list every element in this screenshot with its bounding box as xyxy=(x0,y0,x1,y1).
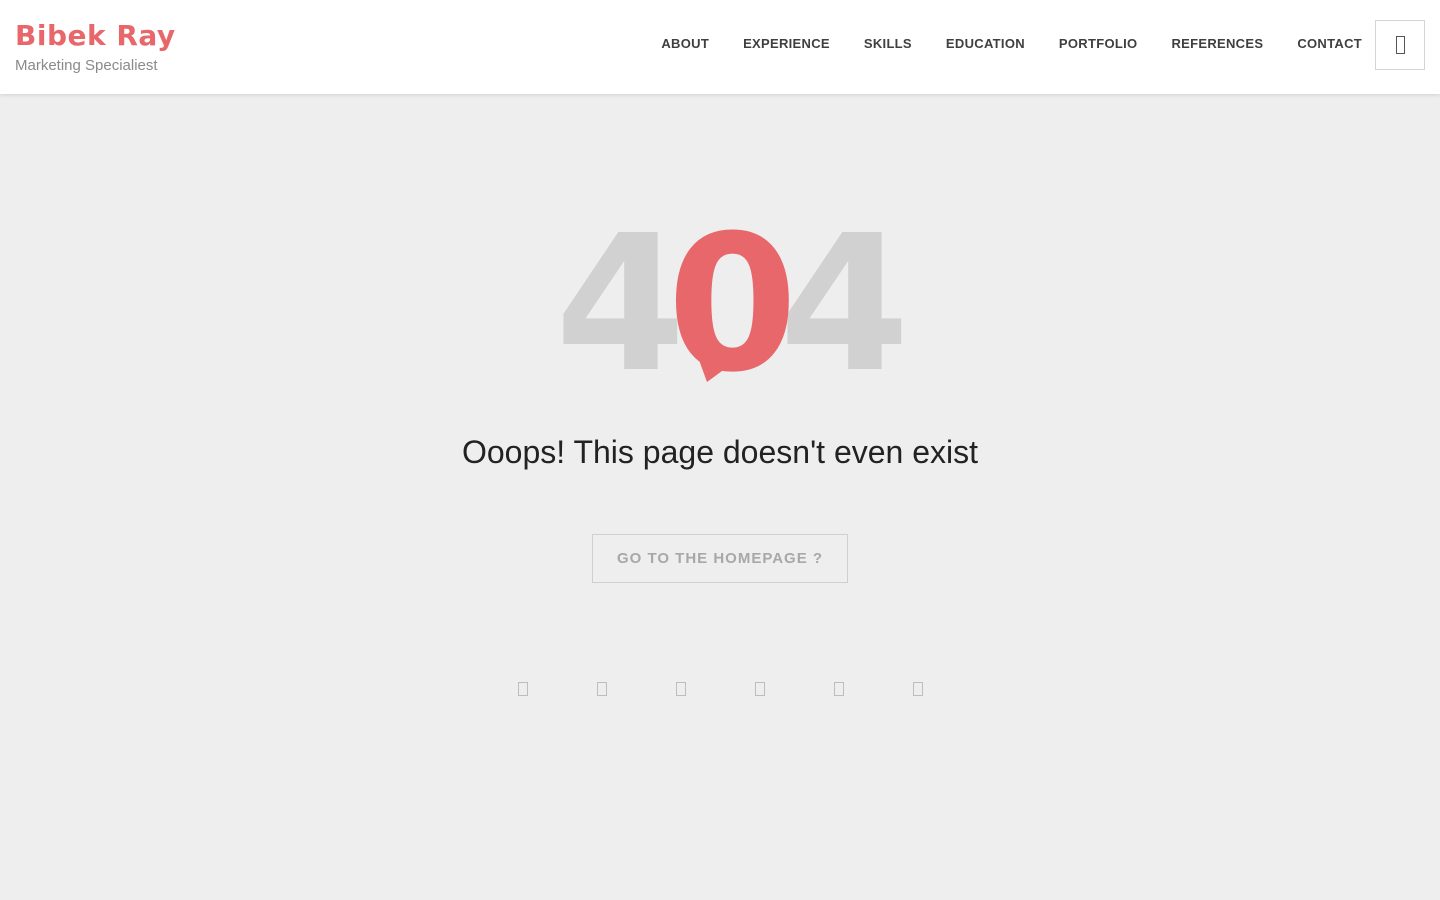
nav-item-references[interactable]: REFERENCES xyxy=(1171,34,1263,54)
error-message: Ooops! This page doesn't even exist xyxy=(461,434,979,470)
site-header: Bibek Ray Marketing Specialiest ABOUT EX… xyxy=(0,0,1440,94)
error-digit-first: 4 xyxy=(555,195,686,414)
main-nav: ABOUT EXPERIENCE SKILLS EDUCATION PORTFO… xyxy=(627,34,1362,54)
nav-item-portfolio[interactable]: PORTFOLIO xyxy=(1059,34,1138,54)
brand-link[interactable]: Bibek Ray Marketing Specialiest xyxy=(15,18,176,76)
nav-item-education[interactable]: EDUCATION xyxy=(946,34,1025,54)
menu-icon xyxy=(1396,36,1405,54)
brand-tagline: Marketing Specialiest xyxy=(15,57,158,74)
social-icon-6[interactable] xyxy=(912,682,923,696)
error-code: 4 0 4 xyxy=(0,195,1440,414)
error-digit-accent: 0 xyxy=(667,211,798,399)
menu-button[interactable] xyxy=(1375,20,1425,70)
social-icon-1[interactable] xyxy=(517,682,528,696)
error-section: 4 0 4 Ooops! This page doesn't even exis… xyxy=(0,94,1440,900)
social-icon-3[interactable] xyxy=(675,682,686,696)
nav-item-experience[interactable]: EXPERIENCE xyxy=(743,34,830,54)
brand-name: Bibek Ray xyxy=(15,19,176,52)
nav-item-contact[interactable]: CONTACT xyxy=(1297,34,1362,54)
social-icon-2[interactable] xyxy=(596,682,607,696)
go-homepage-button[interactable]: GO TO THE HOMEPAGE ? xyxy=(592,534,848,583)
nav-item-skills[interactable]: SKILLS xyxy=(864,34,912,54)
social-links xyxy=(0,682,1440,696)
social-icon-5[interactable] xyxy=(833,682,844,696)
speech-tail-icon xyxy=(699,360,737,382)
nav-item-about[interactable]: ABOUT xyxy=(661,34,709,54)
social-icon-4[interactable] xyxy=(754,682,765,696)
